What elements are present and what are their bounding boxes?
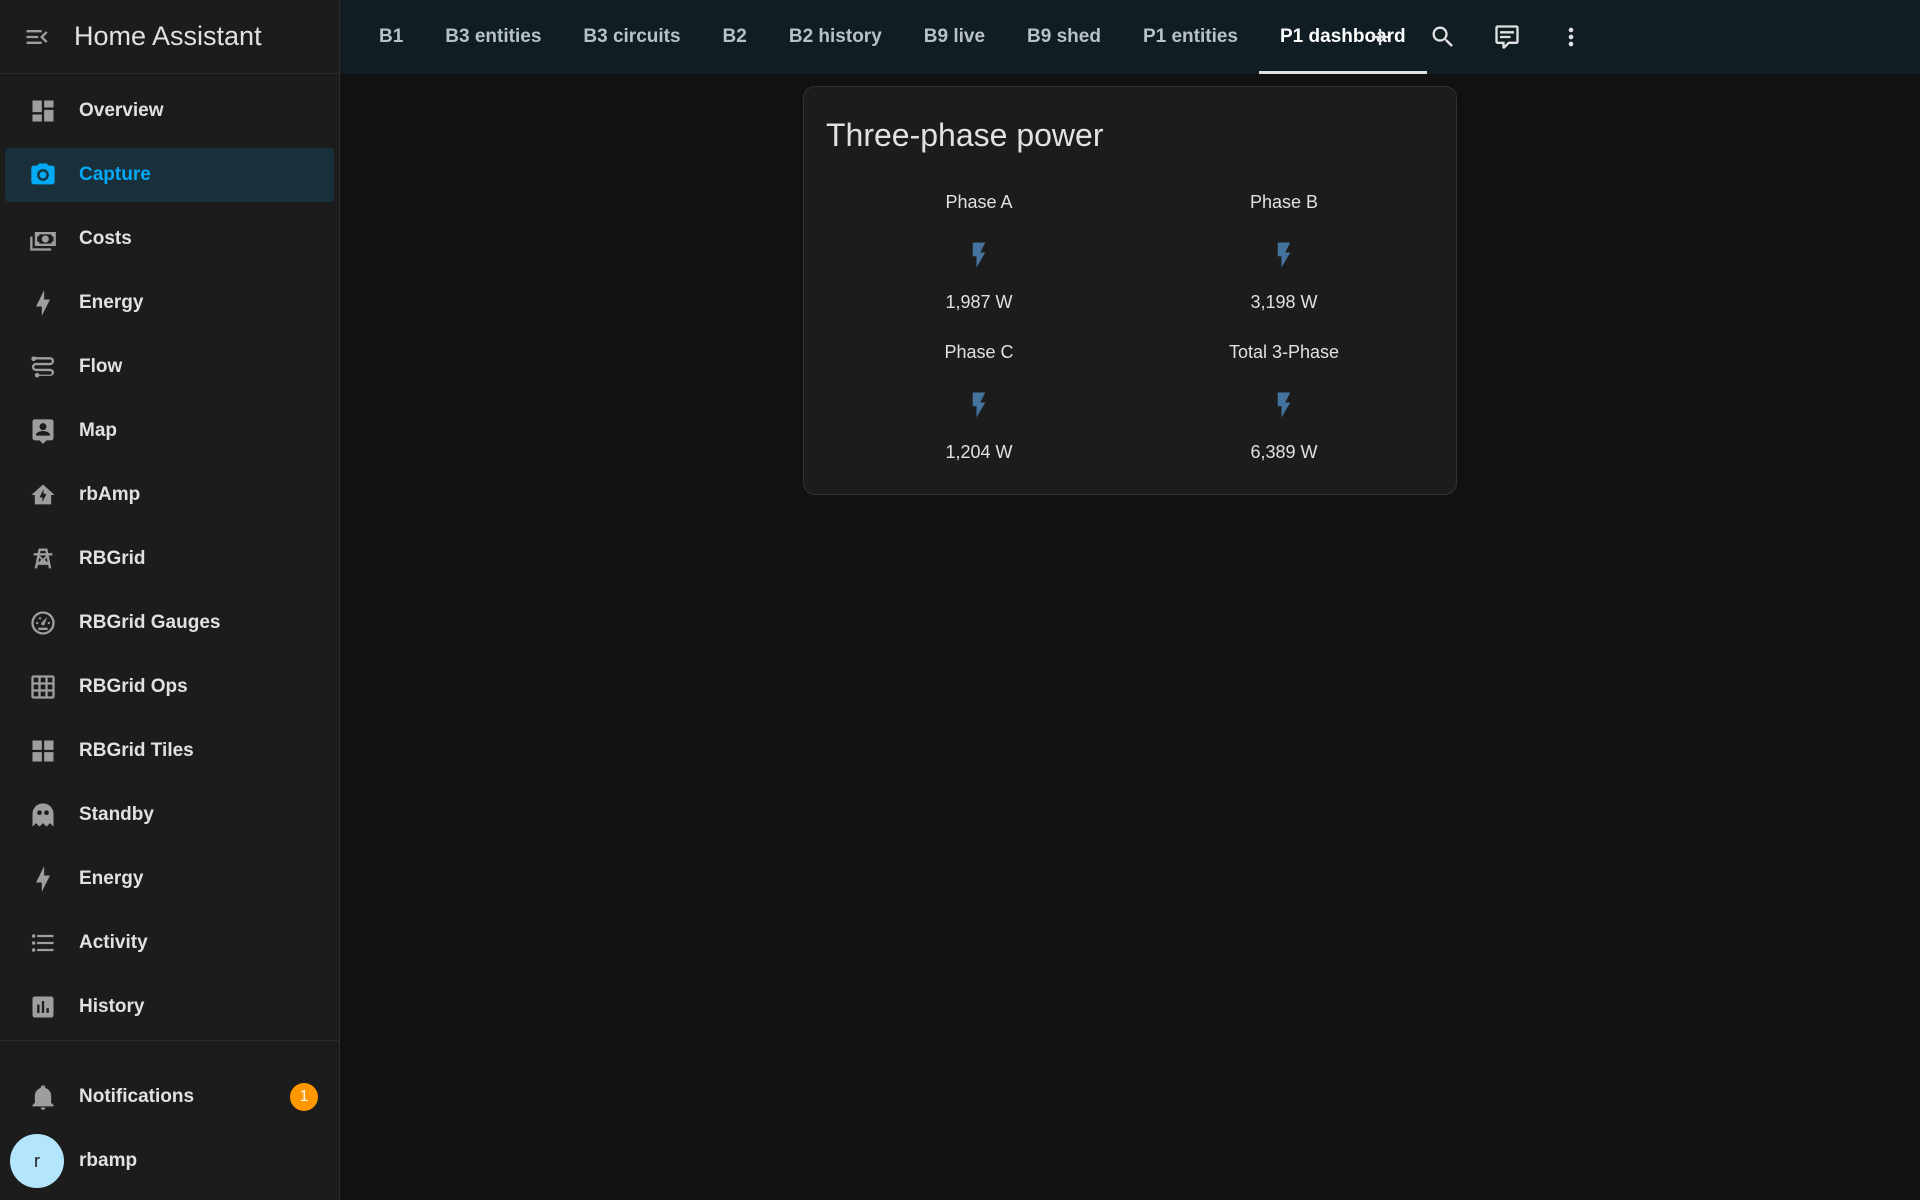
- account-box-icon: [32, 419, 54, 444]
- sidebar-item-label: RBGrid: [79, 548, 146, 569]
- tab-b9-live[interactable]: B9 live: [903, 0, 1006, 74]
- sidebar-item-label: Capture: [79, 164, 151, 185]
- sidebar-item-label: Energy: [79, 292, 144, 313]
- sidebar-item-label: Costs: [79, 228, 132, 249]
- entity-name: Phase A: [945, 192, 1013, 212]
- plus-icon: [1371, 28, 1389, 46]
- grid-icon: [31, 675, 55, 699]
- avatar: r: [10, 1134, 64, 1188]
- flash-icon: [972, 242, 986, 268]
- ghost-icon: [32, 803, 54, 827]
- sidebar-item-standby[interactable]: Standby: [5, 788, 334, 842]
- sidebar-header: Home Assistant: [0, 0, 339, 74]
- sidebar-item-overview[interactable]: Overview: [5, 84, 334, 138]
- entity-value: 3,198 W: [1250, 292, 1318, 312]
- card-title: Three-phase power: [826, 117, 1104, 153]
- entity-value: 6,389 W: [1250, 442, 1318, 462]
- view-grid-icon: [32, 740, 54, 762]
- more-options-button[interactable]: [1547, 13, 1595, 61]
- entity-name: Phase B: [1249, 192, 1319, 212]
- sidebar-item-label: RBGrid Tiles: [79, 740, 194, 761]
- app-title: Home Assistant: [74, 21, 262, 51]
- camera-icon: [31, 163, 55, 185]
- sidebar-item-rbgrid-gauges[interactable]: RBGrid Gauges: [5, 596, 334, 650]
- sidebar-item-label: Activity: [79, 932, 148, 953]
- entity-value: 1,987 W: [945, 292, 1013, 312]
- lightning-bolt-icon: [36, 866, 50, 892]
- sidebar-item-rbgrid-ops[interactable]: RBGrid Ops: [5, 660, 334, 714]
- assist-button[interactable]: [1483, 13, 1531, 61]
- tab-b9-shed[interactable]: B9 shed: [1006, 0, 1122, 74]
- format-list-bulleted-icon: [31, 934, 54, 952]
- sidebar-item-label: Notifications: [79, 1086, 195, 1107]
- sidebar-item-costs[interactable]: Costs: [5, 212, 334, 266]
- entity-phase-b[interactable]: Phase B 3,198 W: [1134, 192, 1434, 313]
- tab-b1[interactable]: B1: [358, 0, 424, 74]
- assist-message-icon: [1495, 25, 1519, 49]
- search-icon: [1432, 26, 1453, 47]
- entity-total-3-phase[interactable]: Total 3-Phase 6,389 W: [1134, 342, 1434, 463]
- tab-b2[interactable]: B2: [702, 0, 768, 74]
- sidebar-item-flow[interactable]: Flow: [5, 340, 334, 394]
- sidebar-item-label: History: [79, 996, 145, 1017]
- view-tabs: B1 B3 entities B3 circuits B2 B2 history…: [340, 0, 1427, 74]
- sidebar-item-label: Energy: [79, 868, 144, 889]
- sidebar-item-rbgrid[interactable]: RBGrid: [5, 532, 334, 586]
- flash-icon: [972, 392, 986, 418]
- flash-icon: [1277, 242, 1291, 268]
- lightning-bolt-icon: [36, 290, 50, 316]
- sidebar-item-user[interactable]: r rbamp: [5, 1134, 335, 1188]
- tab-b2-history[interactable]: B2 history: [768, 0, 903, 74]
- transit-connection-icon: [31, 356, 55, 378]
- tab-b3-circuits[interactable]: B3 circuits: [562, 0, 701, 74]
- sidebar-item-map[interactable]: Map: [5, 404, 334, 458]
- add-button[interactable]: [1356, 13, 1404, 61]
- sidebar: Home Assistant Overview Capture Costs En…: [0, 0, 340, 1200]
- top-app-bar: B1 B3 entities B3 circuits B2 B2 history…: [340, 0, 1920, 74]
- transmission-tower-icon: [33, 548, 53, 569]
- sidebar-nav: Overview Capture Costs Energy Flow Map r…: [0, 74, 339, 1034]
- sidebar-item-label: Overview: [79, 100, 164, 121]
- sidebar-item-history[interactable]: History: [5, 980, 334, 1034]
- sidebar-item-label: RBGrid Gauges: [79, 612, 221, 633]
- bell-icon: [32, 1085, 54, 1110]
- search-button[interactable]: [1419, 13, 1467, 61]
- chart-box-icon: [32, 996, 54, 1018]
- dots-vertical-icon: [1568, 27, 1574, 47]
- sidebar-item-energy-2[interactable]: Energy: [5, 852, 334, 906]
- entity-name: Phase C: [944, 342, 1014, 362]
- gauge-icon: [31, 611, 55, 635]
- sidebar-item-label: Standby: [79, 804, 154, 825]
- notification-count-badge: 1: [290, 1083, 318, 1111]
- sidebar-item-notifications[interactable]: Notifications 1: [5, 1070, 335, 1124]
- sidebar-item-rbgrid-tiles[interactable]: RBGrid Tiles: [5, 724, 334, 778]
- glance-card: Three-phase power Phase A 1,987 W Phase …: [803, 86, 1457, 495]
- sidebar-item-rbamp[interactable]: rbAmp: [5, 468, 334, 522]
- tab-p1-entities[interactable]: P1 entities: [1122, 0, 1259, 74]
- sidebar-item-activity[interactable]: Activity: [5, 916, 334, 970]
- menu-open-icon: [26, 29, 48, 44]
- entity-name: Total 3-Phase: [1228, 342, 1340, 362]
- entity-phase-c[interactable]: Phase C 1,204 W: [829, 342, 1129, 463]
- home-lightning-icon: [31, 484, 55, 505]
- menu-toggle-button[interactable]: [0, 0, 74, 74]
- sidebar-item-label: RBGrid Ops: [79, 676, 188, 697]
- sidebar-item-label: Flow: [79, 356, 123, 377]
- sidebar-item-label: rbAmp: [79, 484, 141, 505]
- sidebar-item-capture[interactable]: Capture: [5, 148, 334, 202]
- view-dashboard-icon: [32, 100, 54, 122]
- cash-icon: [30, 232, 56, 251]
- flash-icon: [1277, 392, 1291, 418]
- sidebar-item-label: Map: [79, 420, 117, 441]
- user-name: rbamp: [79, 1150, 138, 1171]
- sidebar-item-energy[interactable]: Energy: [5, 276, 334, 330]
- tab-b3-entities[interactable]: B3 entities: [424, 0, 562, 74]
- entity-phase-a[interactable]: Phase A 1,987 W: [829, 192, 1129, 313]
- sidebar-divider: [0, 1040, 339, 1041]
- entity-value: 1,204 W: [945, 442, 1013, 462]
